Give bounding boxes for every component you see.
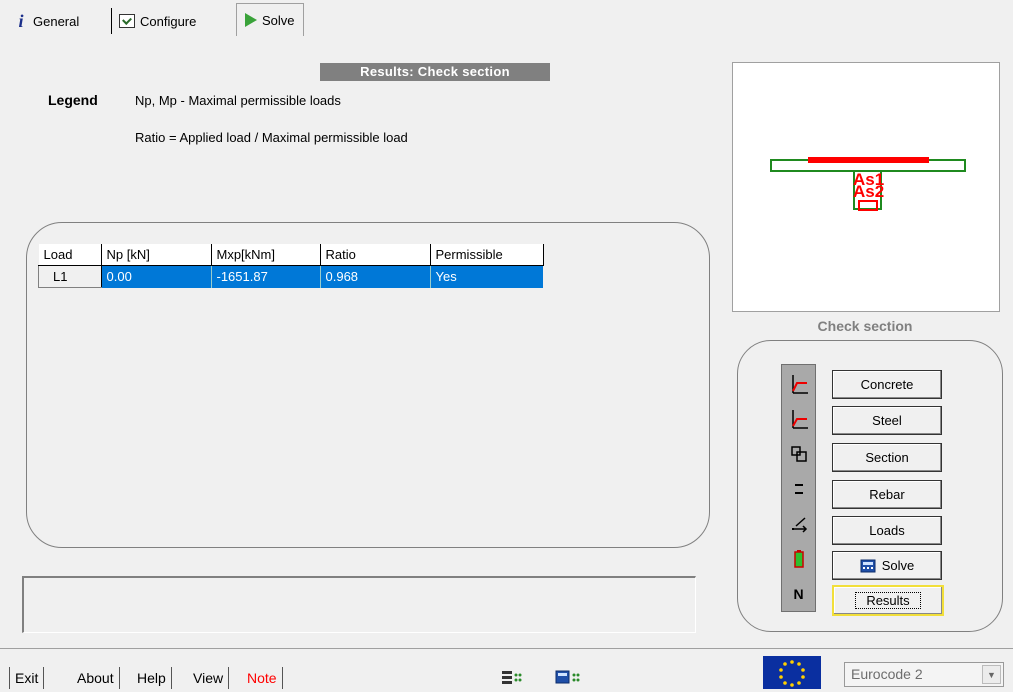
concrete-button[interactable]: Concrete xyxy=(832,370,942,399)
rebar-icon[interactable] xyxy=(782,472,815,505)
tab-solve-label: Solve xyxy=(262,12,295,28)
cell-ratio[interactable]: 0.968 xyxy=(319,265,430,288)
tab-bar: i General Configure Solve xyxy=(0,0,1013,38)
legend-line-2: Ratio = Applied load / Maximal permissib… xyxy=(135,130,408,145)
about-button[interactable]: About xyxy=(72,667,120,689)
results-button-label: Results xyxy=(855,592,921,609)
column-header-permissible[interactable]: Permissible xyxy=(430,244,544,266)
solve-button[interactable]: Solve xyxy=(832,551,942,580)
concrete-diagram-icon[interactable] xyxy=(782,367,815,400)
section-preview: As1 As2 xyxy=(732,62,1000,312)
column-header-ratio[interactable]: Ratio xyxy=(320,244,431,266)
steel-button[interactable]: Steel xyxy=(832,406,942,435)
message-box xyxy=(22,576,696,633)
solve-button-label: Solve xyxy=(881,558,915,573)
help-button[interactable]: Help xyxy=(132,667,172,689)
tab-separator xyxy=(111,8,112,34)
column-header-np[interactable]: Np [kN] xyxy=(101,244,212,266)
tab-general-label: General xyxy=(33,13,80,29)
calculator-list-icon[interactable] xyxy=(501,669,523,688)
exit-button[interactable]: Exit xyxy=(9,667,45,689)
column-header-load[interactable]: Load xyxy=(38,244,102,266)
info-icon: i xyxy=(18,10,24,31)
design-code-select[interactable]: Eurocode 2 ▼ xyxy=(844,662,1004,687)
table-row[interactable]: L1 0.00 -1651.87 0.968 Yes xyxy=(38,265,543,288)
legend-line-1: Np, Mp - Maximal permissible loads xyxy=(135,93,341,108)
tab-general[interactable]: i General xyxy=(14,9,79,33)
chevron-down-icon[interactable]: ▼ xyxy=(982,665,1001,684)
loads-button[interactable]: Loads xyxy=(832,516,942,545)
tab-solve[interactable]: Solve xyxy=(236,3,304,36)
table-header-row: Load Np [kN] Mxp[kNm] Ratio Permissible xyxy=(38,244,544,266)
results-button[interactable]: Results xyxy=(832,585,944,616)
row-header-load[interactable]: L1 xyxy=(38,265,102,288)
cell-np[interactable]: 0.00 xyxy=(100,265,211,288)
cell-mxp[interactable]: -1651.87 xyxy=(210,265,320,288)
steel-diagram-icon[interactable] xyxy=(782,402,815,435)
view-button[interactable]: View xyxy=(188,667,230,689)
battery-icon[interactable] xyxy=(782,542,815,575)
section-button[interactable]: Section xyxy=(832,443,942,472)
n-icon[interactable]: N xyxy=(782,577,815,610)
section-shape-icon[interactable] xyxy=(782,437,815,470)
results-table[interactable]: Load Np [kN] Mxp[kNm] Ratio Permissible … xyxy=(38,244,544,288)
calculator-icon xyxy=(860,559,876,572)
rebar-label-as2: As2 xyxy=(853,182,884,201)
tab-configure-label: Configure xyxy=(140,13,197,29)
tab-configure[interactable]: Configure xyxy=(119,9,196,33)
check-section-title: Check section xyxy=(817,318,913,334)
icon-strip: N xyxy=(781,364,816,612)
calculator-status-icon[interactable] xyxy=(555,669,581,688)
rebar-button[interactable]: Rebar xyxy=(832,480,942,509)
column-header-mxp[interactable]: Mxp[kNm] xyxy=(211,244,321,266)
eu-flag-icon xyxy=(763,656,821,692)
results-title: Results: Check section xyxy=(320,63,550,81)
play-icon xyxy=(245,13,257,27)
section-drawing: As1 As2 xyxy=(770,157,966,211)
design-code-value: Eurocode 2 xyxy=(851,666,923,682)
legend-label: Legend xyxy=(48,92,98,108)
bottom-separator xyxy=(0,648,1013,649)
cell-permissible[interactable]: Yes xyxy=(429,265,543,288)
loads-icon[interactable] xyxy=(782,507,815,540)
note-button[interactable]: Note xyxy=(242,667,283,689)
checklist-icon xyxy=(119,14,135,28)
